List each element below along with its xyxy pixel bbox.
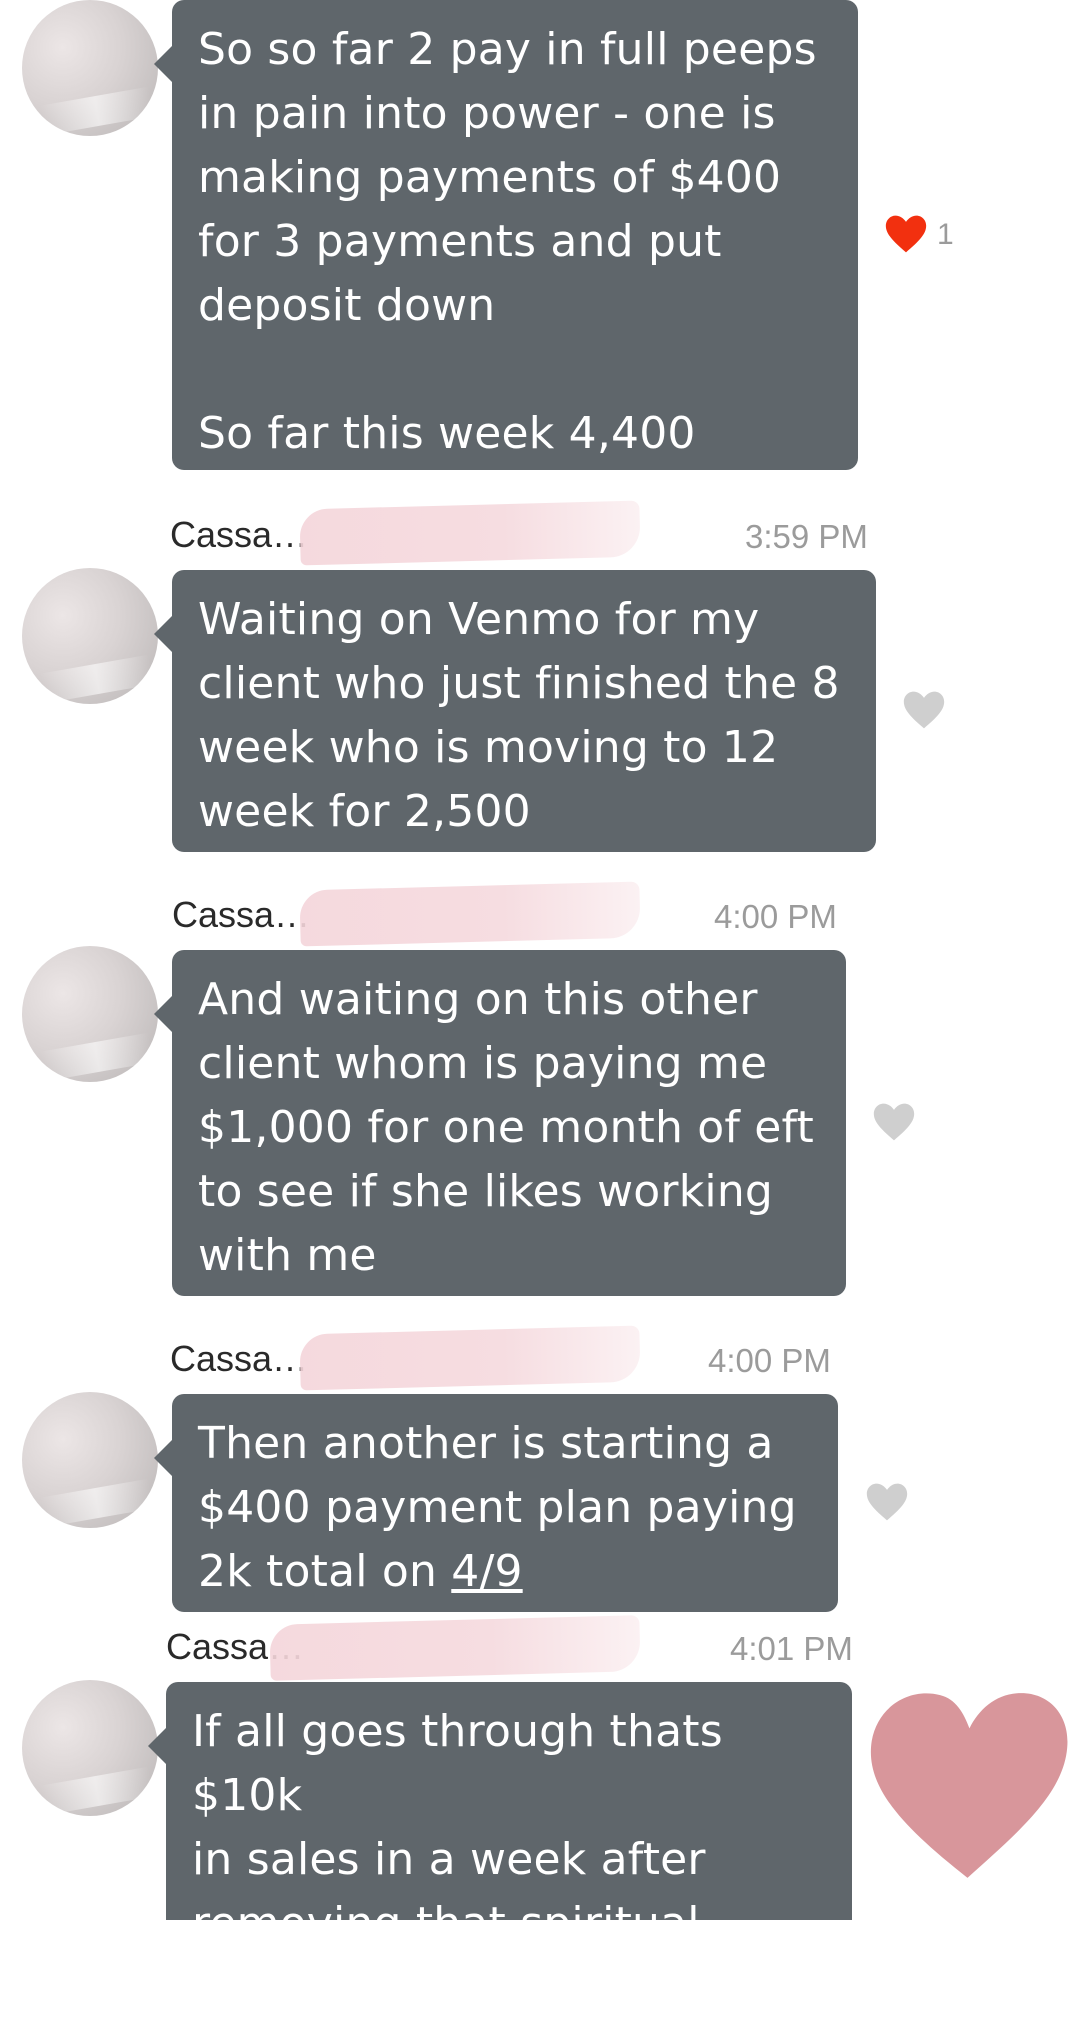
like-count: 1 (937, 218, 954, 251)
avatar[interactable] (22, 568, 158, 704)
message-bubble[interactable]: Then another is starting a $400 payment … (154, 1394, 838, 1612)
avatar[interactable] (22, 0, 158, 136)
redaction-mark (299, 1325, 641, 1391)
heart-outline-icon[interactable] (902, 688, 946, 732)
heart-sticker-icon (870, 1693, 1068, 1878)
avatar[interactable] (22, 1680, 158, 1816)
redaction-mark (269, 1615, 641, 1681)
message-bubble[interactable]: Waiting on Venmo for my client who just … (154, 570, 876, 852)
sender-name: Cassa… (170, 1338, 309, 1379)
avatar[interactable] (22, 946, 158, 1082)
heart-outline-icon[interactable] (872, 1100, 916, 1144)
message-bubble[interactable]: So so far 2 pay in full peeps in pain in… (154, 0, 858, 470)
message-bubble[interactable]: And waiting on this other client whom is… (154, 950, 846, 1296)
message-timestamp: 4:01 PM (730, 1630, 853, 1667)
date-link[interactable]: 4/9 (451, 1546, 522, 1597)
sender-name: Cassa… (170, 514, 309, 555)
message-timestamp: 4:00 PM (714, 898, 837, 935)
avatar[interactable] (22, 1392, 158, 1528)
sender-name: Cassa… (172, 894, 311, 935)
message-timestamp: 4:00 PM (708, 1342, 831, 1379)
redaction-mark (299, 881, 641, 947)
redaction-mark (299, 500, 641, 566)
message-bubble[interactable]: If all goes through thats $10k in sales … (148, 1682, 852, 2013)
heart-outline-icon[interactable] (865, 1480, 909, 1524)
message-timestamp: 3:59 PM (745, 518, 868, 555)
heart-filled-icon[interactable] (884, 212, 928, 256)
